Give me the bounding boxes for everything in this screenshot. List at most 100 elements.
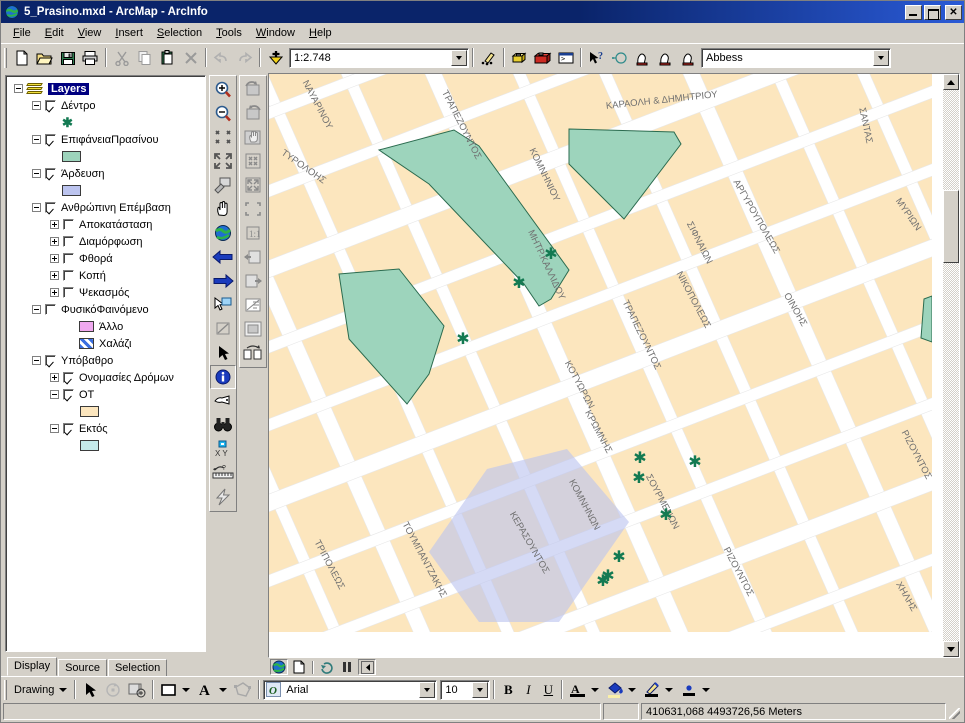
menu-view[interactable]: View	[71, 25, 109, 41]
select-features-icon[interactable]	[210, 293, 236, 317]
scroll-down-button[interactable]	[943, 641, 959, 657]
close-button[interactable]	[945, 4, 962, 20]
expander-collapse-icon[interactable]	[50, 390, 59, 399]
chevron-down-icon[interactable]	[419, 681, 436, 698]
menu-insert[interactable]: Insert	[108, 25, 150, 41]
layer-row[interactable]: Εκτός	[8, 420, 203, 437]
layer-row[interactable]: Κοπή	[8, 267, 203, 284]
label-tool-2-icon[interactable]	[654, 47, 677, 69]
chevron-down-icon[interactable]	[665, 687, 674, 692]
drawing-toolbar-grip[interactable]	[4, 679, 7, 700]
layer-symbol-swatch[interactable]	[80, 406, 99, 417]
layer-row[interactable]: Υπόβαθρο	[8, 352, 203, 369]
data-view-globe-icon[interactable]	[270, 659, 288, 675]
layer-row[interactable]: ΟΤ	[8, 386, 203, 403]
add-data-icon[interactable]	[264, 47, 287, 69]
chevron-down-icon[interactable]	[219, 687, 228, 692]
layer-checkbox[interactable]	[63, 372, 74, 383]
layer-row[interactable]: Δέντρο	[8, 97, 203, 114]
cut-scissors-icon[interactable]	[110, 47, 133, 69]
layer-row[interactable]: Άρδευση	[8, 165, 203, 182]
layer-legend-row[interactable]	[8, 403, 203, 420]
layer-checkbox[interactable]	[63, 287, 74, 298]
tab-selection[interactable]: Selection	[107, 659, 168, 676]
italic-button[interactable]: I	[518, 679, 538, 701]
layer-checkbox[interactable]	[63, 219, 74, 230]
menu-selection[interactable]: Selection	[150, 25, 209, 41]
expander-expand-icon[interactable]	[50, 373, 59, 382]
chevron-down-icon[interactable]	[59, 687, 68, 692]
font-color-icon[interactable]: A	[566, 679, 590, 701]
layer-row[interactable]: ΕπιφάνειαΠρασίνου	[8, 131, 203, 148]
menu-edit[interactable]: Edit	[38, 25, 71, 41]
chevron-down-icon[interactable]	[451, 49, 467, 66]
scroll-track-top[interactable]	[943, 90, 959, 190]
measure-ruler-icon[interactable]: ?	[210, 461, 236, 485]
layer-legend-row[interactable]	[8, 148, 203, 165]
layer-symbol-swatch[interactable]	[80, 440, 99, 451]
layer-row[interactable]: Φθορά	[8, 250, 203, 267]
expander-icon[interactable]	[14, 84, 23, 93]
fill-color-swatch-icon[interactable]	[157, 679, 181, 701]
toolbox-red-icon[interactable]	[531, 47, 554, 69]
layer-row[interactable]: Αποκατάσταση	[8, 216, 203, 233]
chevron-down-icon[interactable]	[873, 49, 889, 66]
menu-help[interactable]: Help	[302, 25, 339, 41]
map-canvas[interactable]: ΝΑΥΑΡΙΝΟΥ ΤΥΡΟΛΟΗΣ ΤΡΑΠΕΖΟΥΝΤΟΣ ΚΑΡΑΟΛΗ & Δ…	[269, 74, 943, 657]
tab-source[interactable]: Source	[58, 659, 107, 676]
layer-checkbox[interactable]	[63, 253, 74, 264]
arctoolbox-icon[interactable]	[508, 47, 531, 69]
forward-page-icon[interactable]	[240, 269, 266, 293]
expander-collapse-icon[interactable]	[32, 135, 41, 144]
layer-symbol-swatch[interactable]	[62, 151, 81, 162]
back-page-icon[interactable]	[240, 245, 266, 269]
toc-tree-container[interactable]: Layers Δέντρο ✱ ΕπιφάνειαΠρασίνου Άρδευση Ανθ…	[5, 75, 206, 652]
toolbar-grip[interactable]	[4, 47, 7, 68]
expander-collapse-icon[interactable]	[32, 203, 41, 212]
toggle-draft-mode-icon[interactable]	[240, 293, 266, 317]
flash-lightning-icon[interactable]	[210, 485, 236, 509]
menu-file[interactable]: File	[6, 25, 38, 41]
rotate-element-icon[interactable]	[101, 679, 125, 701]
change-layout-icon[interactable]	[240, 341, 266, 365]
text-tool-A-icon[interactable]: A	[194, 679, 218, 701]
maximize-button[interactable]	[924, 4, 941, 20]
label-tool-1-icon[interactable]	[631, 47, 654, 69]
whats-this-help-icon[interactable]: ?	[585, 47, 608, 69]
bold-button[interactable]: B	[498, 679, 518, 701]
redo-arrow-icon[interactable]	[233, 47, 256, 69]
expander-expand-icon[interactable]	[50, 237, 59, 246]
refresh-view-icon[interactable]	[318, 659, 336, 675]
style-combo[interactable]: Abbess	[701, 47, 891, 68]
rotate-view-right-icon[interactable]	[240, 101, 266, 125]
expander-collapse-icon[interactable]	[32, 305, 41, 314]
layout-view-page-icon[interactable]	[290, 659, 308, 675]
expander-collapse-icon[interactable]	[32, 101, 41, 110]
vertical-scroll-thumb[interactable]	[943, 190, 959, 263]
underline-button[interactable]: U	[538, 679, 558, 701]
layer-legend-row[interactable]: ✱	[8, 114, 203, 131]
select-elements-arrow-icon[interactable]	[210, 341, 236, 365]
editor-toolbar-icon[interactable]	[477, 47, 500, 69]
chevron-down-icon[interactable]	[182, 687, 191, 692]
undo-arrow-icon[interactable]	[210, 47, 233, 69]
layer-row[interactable]: Ψεκασμός	[8, 284, 203, 301]
forward-extent-arrow-icon[interactable]	[210, 269, 236, 293]
layer-checkbox[interactable]	[45, 168, 56, 179]
tree-symbol-icon[interactable]: ✱	[62, 116, 73, 129]
copy-icon[interactable]	[133, 47, 156, 69]
expander-collapse-icon[interactable]	[32, 356, 41, 365]
marker-color-icon[interactable]	[677, 679, 701, 701]
layer-row[interactable]: Ανθρώπινη Επέμβαση	[8, 199, 203, 216]
zoom-whole-page-icon[interactable]	[240, 149, 266, 173]
find-binoculars-icon[interactable]	[210, 413, 236, 437]
layer-checkbox[interactable]	[63, 389, 74, 400]
scroll-up-button[interactable]	[943, 74, 959, 90]
pause-drawing-icon[interactable]	[338, 659, 356, 675]
layer-checkbox[interactable]	[63, 423, 74, 434]
pan-layout-hand-icon[interactable]	[240, 125, 266, 149]
expander-expand-icon[interactable]	[50, 288, 59, 297]
zoom-to-selected-icon[interactable]	[240, 197, 266, 221]
open-folder-icon[interactable]	[33, 47, 56, 69]
layer-symbol-swatch[interactable]	[79, 338, 94, 349]
